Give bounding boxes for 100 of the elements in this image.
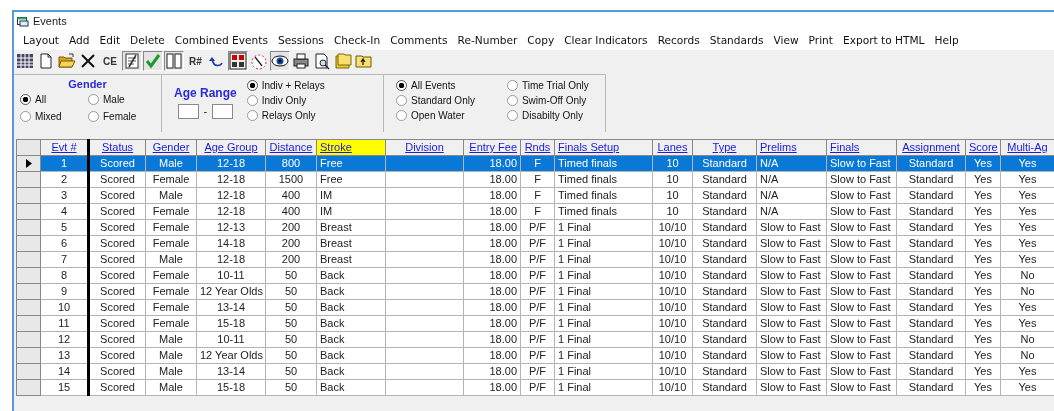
radio-label: Swim-Off Only bbox=[521, 94, 587, 106]
menu-item[interactable]: Re-Number bbox=[452, 34, 523, 46]
column-header[interactable]: Multi-Ag bbox=[1000, 139, 1054, 156]
table-cell: Back bbox=[316, 347, 386, 364]
radio-button[interactable] bbox=[88, 110, 99, 122]
menu-item[interactable]: Delete bbox=[125, 34, 170, 46]
radio-button[interactable] bbox=[396, 79, 407, 91]
menu-item[interactable]: Add bbox=[64, 34, 95, 46]
table-cell: Scored bbox=[88, 203, 146, 220]
radio-button[interactable] bbox=[88, 93, 99, 105]
menu-item[interactable]: Layout bbox=[18, 34, 64, 46]
radio-button[interactable] bbox=[246, 94, 258, 106]
column-header[interactable]: Status bbox=[88, 139, 146, 156]
columns-icon[interactable] bbox=[163, 51, 184, 71]
radio-button[interactable] bbox=[396, 109, 407, 121]
number-grid-icon[interactable] bbox=[227, 51, 248, 71]
table-cell: P/F bbox=[520, 379, 555, 396]
table-cell: 14-18 bbox=[196, 235, 266, 252]
column-header[interactable]: Entry Fee bbox=[463, 139, 521, 156]
table-cell: 11 bbox=[40, 315, 89, 332]
column-header[interactable]: Finals bbox=[826, 139, 897, 156]
radio-button[interactable] bbox=[506, 79, 518, 91]
table-cell: 4 bbox=[40, 203, 89, 220]
table-cell: Yes bbox=[965, 299, 1001, 316]
table-cell: 18.00 bbox=[463, 187, 521, 204]
radio-button[interactable] bbox=[246, 79, 258, 91]
menu-item[interactable]: Check-In bbox=[328, 34, 386, 46]
table-cell: 18.00 bbox=[463, 363, 521, 380]
radio-button[interactable] bbox=[506, 94, 518, 106]
grid-icon[interactable] bbox=[15, 51, 35, 71]
table-cell: 12 bbox=[40, 331, 89, 348]
table-cell: Slow to Fast bbox=[826, 347, 897, 364]
column-header[interactable]: Type bbox=[692, 139, 757, 156]
radio-button[interactable] bbox=[506, 109, 518, 121]
table-cell: N/A bbox=[756, 187, 827, 204]
folder-icon[interactable] bbox=[57, 51, 77, 71]
table-cell: 13-14 bbox=[196, 363, 266, 380]
printer-icon[interactable] bbox=[290, 51, 311, 71]
column-header[interactable]: Rnds bbox=[520, 139, 555, 156]
menu-item[interactable]: Standards bbox=[704, 34, 769, 46]
table-cell: Standard bbox=[896, 347, 966, 364]
table-cell: Female bbox=[145, 315, 197, 332]
table-cell: Standard bbox=[692, 187, 757, 204]
table-cell: Slow to Fast bbox=[756, 267, 827, 284]
table-cell: F bbox=[520, 187, 555, 204]
table-cell: Scored bbox=[88, 363, 146, 380]
table-cell: 1 Final bbox=[554, 251, 653, 268]
column-header[interactable]: Division bbox=[385, 139, 464, 156]
table-cell: 50 bbox=[265, 347, 317, 364]
eye-icon[interactable] bbox=[269, 51, 290, 71]
check-icon[interactable] bbox=[142, 51, 163, 71]
radio-label: Open Water bbox=[411, 109, 465, 121]
radio-button[interactable] bbox=[20, 93, 31, 105]
column-header[interactable]: Gender bbox=[145, 139, 197, 156]
column-header[interactable]: Assignment bbox=[896, 139, 966, 156]
column-header[interactable]: Age Group bbox=[196, 139, 266, 156]
menu-item[interactable]: Export to HTML bbox=[838, 34, 930, 46]
clock-icon[interactable] bbox=[248, 51, 269, 71]
menu-item[interactable]: Records bbox=[652, 34, 705, 46]
table-cell: Scored bbox=[88, 379, 146, 396]
table-cell: 9 bbox=[40, 283, 89, 300]
table-cell: 50 bbox=[265, 299, 317, 316]
table-cell: Standard bbox=[692, 251, 757, 268]
menu-item[interactable]: Print bbox=[803, 34, 838, 46]
radio-button[interactable] bbox=[396, 94, 407, 106]
menu-item[interactable]: Edit bbox=[94, 34, 126, 46]
table-cell: Standard bbox=[896, 171, 966, 188]
menu-item[interactable]: Sessions bbox=[272, 34, 329, 46]
menu-item[interactable]: Clear Indicators bbox=[559, 34, 653, 46]
column-header[interactable]: Score bbox=[965, 139, 1001, 156]
column-header[interactable]: Evt # bbox=[40, 139, 89, 156]
age-from-field[interactable] bbox=[177, 104, 199, 119]
toolbar-button[interactable]: CE bbox=[99, 51, 121, 71]
age-to-field[interactable] bbox=[212, 104, 233, 119]
table-cell: 13 bbox=[40, 347, 89, 364]
table-cell: 3 bbox=[40, 187, 89, 204]
toolbar-button[interactable]: R# bbox=[184, 51, 206, 71]
table-cell: 10 bbox=[652, 187, 693, 204]
table-cell: P/F bbox=[520, 299, 555, 316]
radio-label: Mixed bbox=[35, 110, 62, 122]
table-cell: Standard bbox=[692, 235, 757, 252]
column-header[interactable]: Prelims bbox=[756, 139, 827, 156]
menu-item[interactable]: Comments bbox=[385, 34, 453, 46]
table-cell: 1500 bbox=[265, 171, 317, 188]
column-header[interactable]: Stroke bbox=[316, 139, 386, 156]
menu-item[interactable]: Combined Events bbox=[169, 34, 273, 46]
column-header[interactable]: Lanes bbox=[652, 139, 693, 156]
table-cell: 1 Final bbox=[554, 283, 653, 300]
table-cell: Yes bbox=[965, 347, 1001, 364]
radio-button[interactable] bbox=[20, 110, 31, 122]
column-header[interactable]: Finals Setup bbox=[554, 139, 653, 156]
notepad-icon[interactable] bbox=[121, 51, 142, 71]
menu-item[interactable]: Copy bbox=[522, 34, 560, 46]
table-cell: 10/10 bbox=[652, 299, 693, 316]
menu-item[interactable]: View bbox=[768, 34, 804, 46]
column-header[interactable]: Distance bbox=[265, 139, 317, 156]
radio-button[interactable] bbox=[246, 109, 258, 121]
table-cell: 15-18 bbox=[196, 379, 266, 396]
table-cell: 12-18 bbox=[196, 171, 266, 188]
menu-item[interactable]: Help bbox=[929, 34, 964, 46]
